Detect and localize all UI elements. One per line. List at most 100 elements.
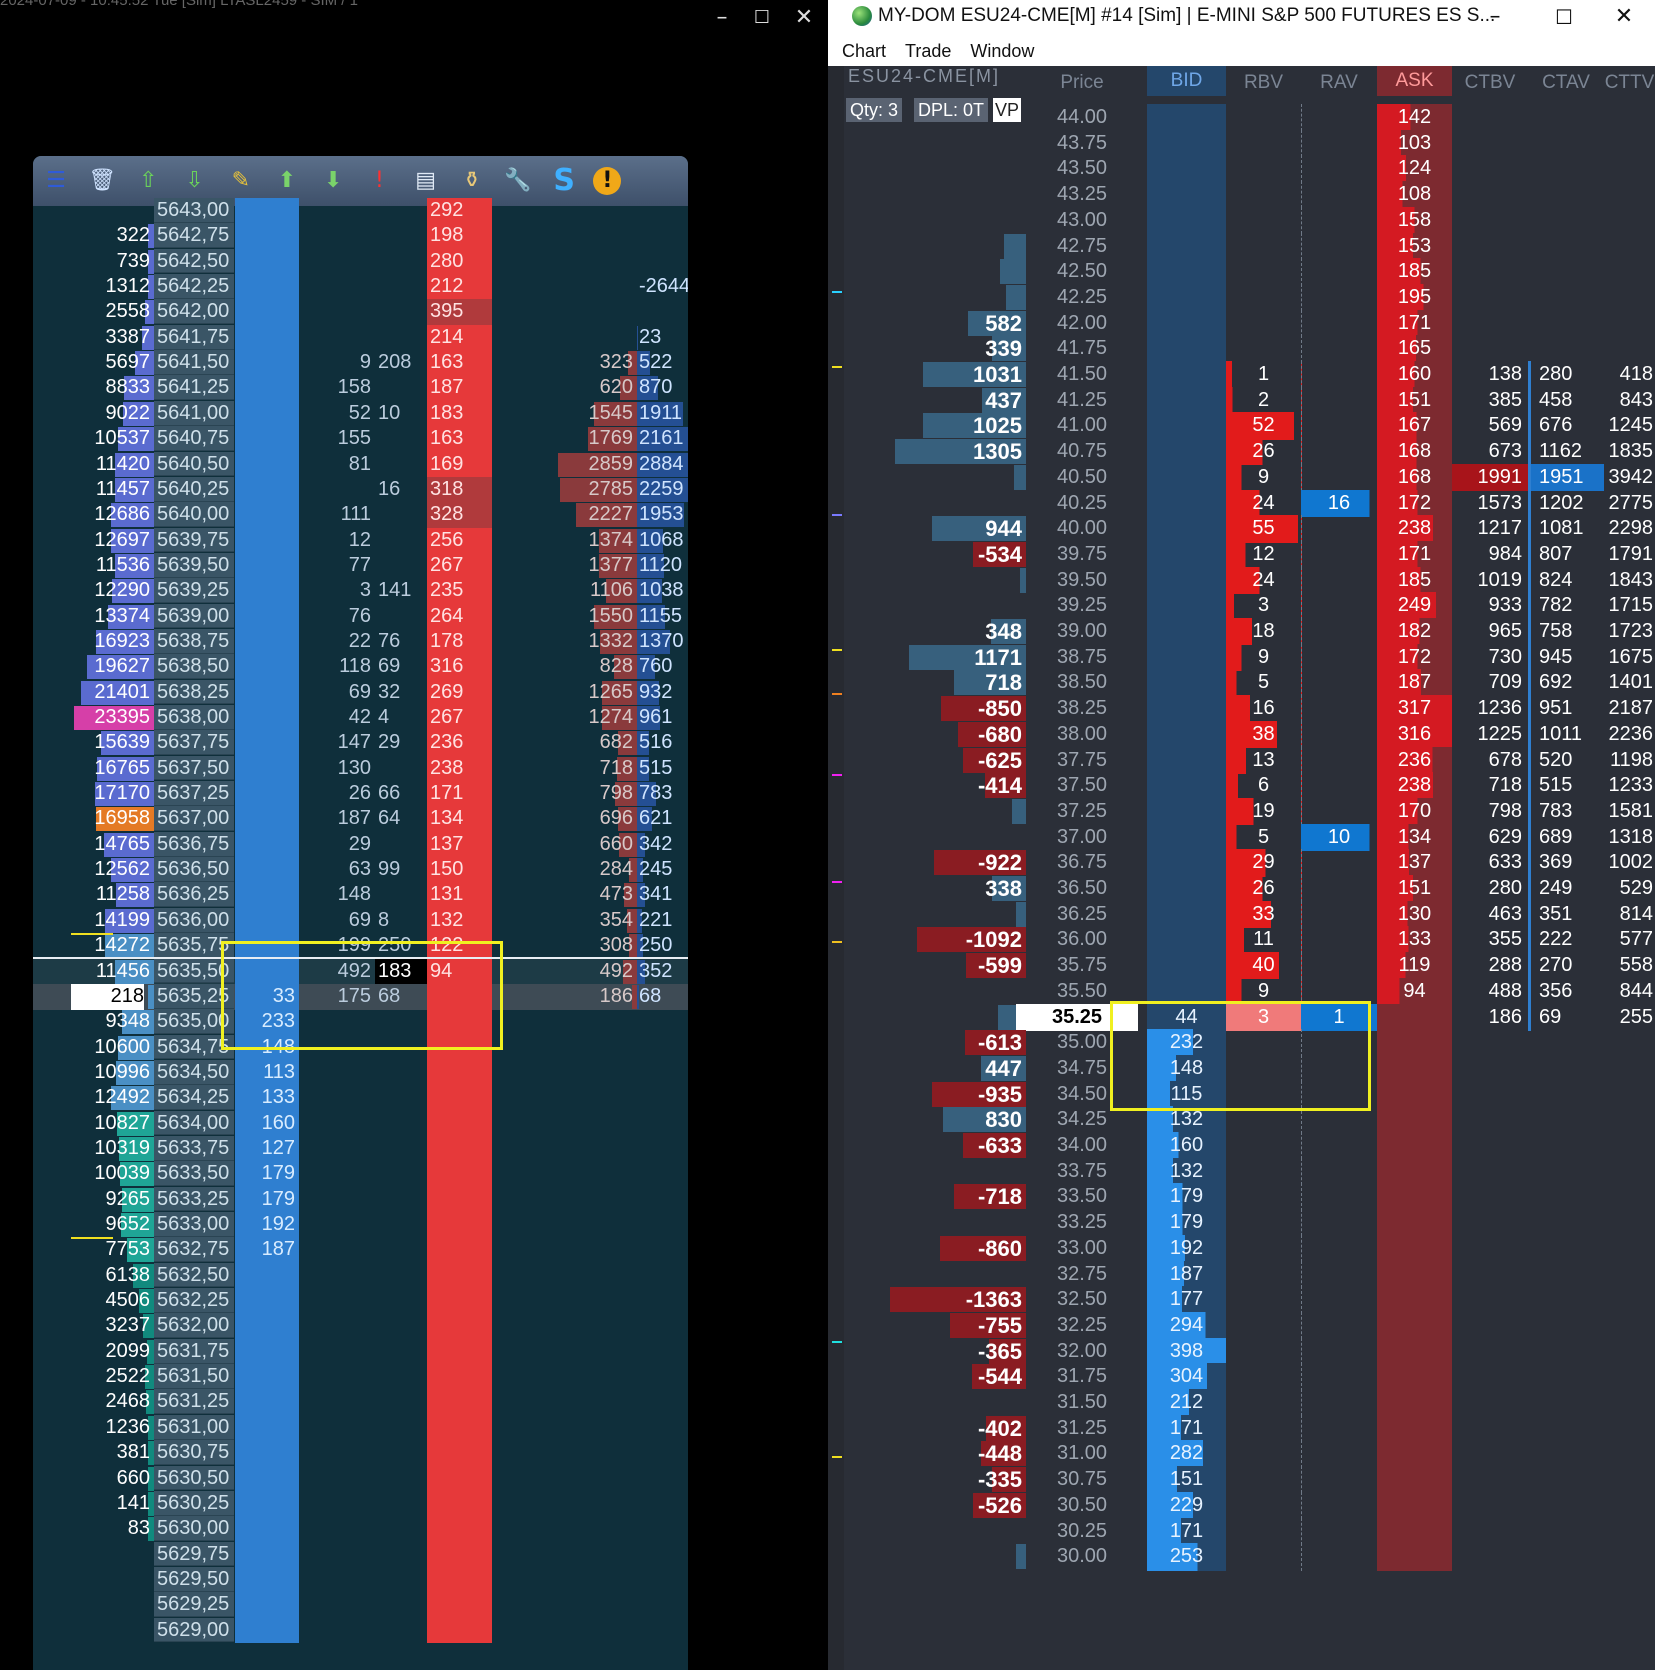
price-cell[interactable]: 39.50 [1026,567,1138,594]
price-cell[interactable]: 5634,00 [154,1110,234,1136]
bid-cell[interactable] [235,451,299,478]
right-maximize-button[interactable]: ☐ [1539,0,1589,36]
ask-cell[interactable]: 133 [1377,926,1452,954]
bid-cell[interactable] [235,933,299,959]
price-cell[interactable]: 33.50 [1026,1183,1138,1210]
price-cell[interactable]: 5634,75 [154,1034,234,1060]
bid-cell[interactable] [1147,849,1226,877]
bid-cell[interactable] [1147,335,1226,363]
bid-cell[interactable] [235,907,299,934]
bid-cell[interactable] [235,1516,299,1542]
price-cell[interactable]: 32.25 [1026,1312,1138,1339]
price-cell[interactable]: 5635,00 [154,1009,234,1034]
price-cell[interactable]: 40.25 [1026,490,1138,517]
bid-cell[interactable]: 233 [235,1009,299,1035]
tag-icon[interactable]: ✎ [224,164,258,198]
bid-cell[interactable] [235,324,299,351]
bid-cell[interactable]: 148 [1147,1054,1226,1083]
bid-cell[interactable] [1147,977,1226,1006]
price-cell[interactable]: 44.00 [1026,104,1138,131]
price-cell[interactable]: 5630,50 [154,1465,234,1491]
bid-cell[interactable]: 398 [1147,1337,1226,1365]
price-cell[interactable]: 35.75 [1026,952,1138,979]
price-cell[interactable]: 5633,50 [154,1161,234,1187]
left-close-button[interactable]: ✕ [784,0,824,36]
bid-cell[interactable]: 113 [235,1059,299,1086]
bid-cell[interactable] [1147,258,1226,286]
bid-cell[interactable] [235,1440,299,1466]
ask-cell[interactable]: 158 [1377,206,1452,235]
ask-cell[interactable]: 172 [1377,489,1452,517]
bid-cell[interactable] [235,654,299,681]
header-ctav[interactable]: CTAV [1528,70,1604,96]
price-cell[interactable]: 37.50 [1026,772,1138,799]
price-cell[interactable]: 5640,75 [154,426,234,451]
bid-cell[interactable] [235,806,299,833]
ask-cell[interactable]: 236 [1377,746,1452,774]
bid-cell[interactable]: 294 [1147,1311,1226,1340]
price-cell[interactable]: 35.25 [1016,1003,1138,1031]
alert-icon[interactable]: ! [362,164,396,198]
ask-cell[interactable] [1377,1363,1452,1391]
bid-cell[interactable] [1147,720,1226,749]
bottles-icon[interactable]: ⚱ [455,164,489,198]
price-cell[interactable]: 5631,50 [154,1364,234,1389]
price-cell[interactable]: 5632,75 [154,1237,234,1263]
bid-cell[interactable]: 44 [1147,1003,1226,1031]
price-cell[interactable]: 5642,00 [154,299,234,325]
ask-cell[interactable] [427,1592,492,1619]
price-cell[interactable]: 32.75 [1026,1261,1138,1288]
price-cell[interactable]: 5635,75 [154,933,234,958]
ask-cell[interactable]: 195 [1377,283,1452,312]
ask-cell[interactable] [427,1465,492,1492]
ask-cell[interactable]: 187 [427,375,492,402]
ask-cell[interactable] [1377,1183,1452,1211]
price-cell[interactable]: 5629,50 [154,1566,234,1592]
bid-cell[interactable] [235,1566,299,1593]
price-cell[interactable]: 36.25 [1026,901,1138,928]
left-minimize-button[interactable]: – [702,0,742,36]
bid-cell[interactable]: 151 [1147,1466,1226,1494]
price-cell[interactable]: 42.75 [1026,233,1138,260]
bid-cell[interactable] [235,350,299,376]
ask-cell[interactable] [1377,1054,1452,1083]
bid-cell[interactable]: 171 [1147,1517,1226,1545]
bid-cell[interactable] [235,299,299,326]
bid-cell[interactable] [235,958,299,985]
price-cell[interactable]: 32.50 [1026,1286,1138,1313]
ask-cell[interactable]: 163 [427,350,492,376]
bid-cell[interactable] [235,375,299,402]
bid-cell[interactable]: 179 [1147,1183,1226,1211]
bid-cell[interactable] [1147,746,1226,774]
header-bid[interactable]: BID [1147,66,1226,96]
price-cell[interactable]: 36.75 [1026,849,1138,876]
bid-cell[interactable]: 160 [1147,1132,1226,1160]
bid-cell[interactable] [1147,489,1226,517]
price-cell[interactable]: 38.25 [1026,695,1138,722]
price-cell[interactable]: 33.00 [1026,1235,1138,1262]
bid-cell[interactable]: 187 [235,1237,299,1264]
bid-cell[interactable] [235,730,299,757]
bid-cell[interactable] [1147,618,1226,646]
header-rbv[interactable]: RBV [1226,70,1301,96]
ask-cell[interactable] [427,1237,492,1264]
ask-cell[interactable] [1377,1132,1452,1160]
ask-cell[interactable]: 137 [1377,849,1452,877]
ask-cell[interactable]: 264 [427,603,492,630]
ask-cell[interactable] [427,1516,492,1542]
bid-cell[interactable] [235,552,299,579]
price-cell[interactable]: 35.00 [1026,1029,1138,1056]
price-cell[interactable]: 5629,00 [154,1617,234,1643]
ask-cell[interactable]: 212 [427,274,492,300]
ask-cell[interactable]: 292 [427,198,492,224]
ask-cell[interactable] [427,1414,492,1441]
bid-cell[interactable] [235,628,299,655]
bid-cell[interactable] [1147,155,1226,183]
price-cell[interactable]: 5629,25 [154,1592,234,1618]
bid-cell[interactable]: 148 [235,1034,299,1061]
price-cell[interactable]: 5642,75 [154,223,234,249]
bid-cell[interactable] [1147,695,1226,723]
ask-cell[interactable] [427,1009,492,1035]
price-cell[interactable]: 40.75 [1026,438,1138,465]
price-cell[interactable]: 33.75 [1026,1158,1138,1185]
